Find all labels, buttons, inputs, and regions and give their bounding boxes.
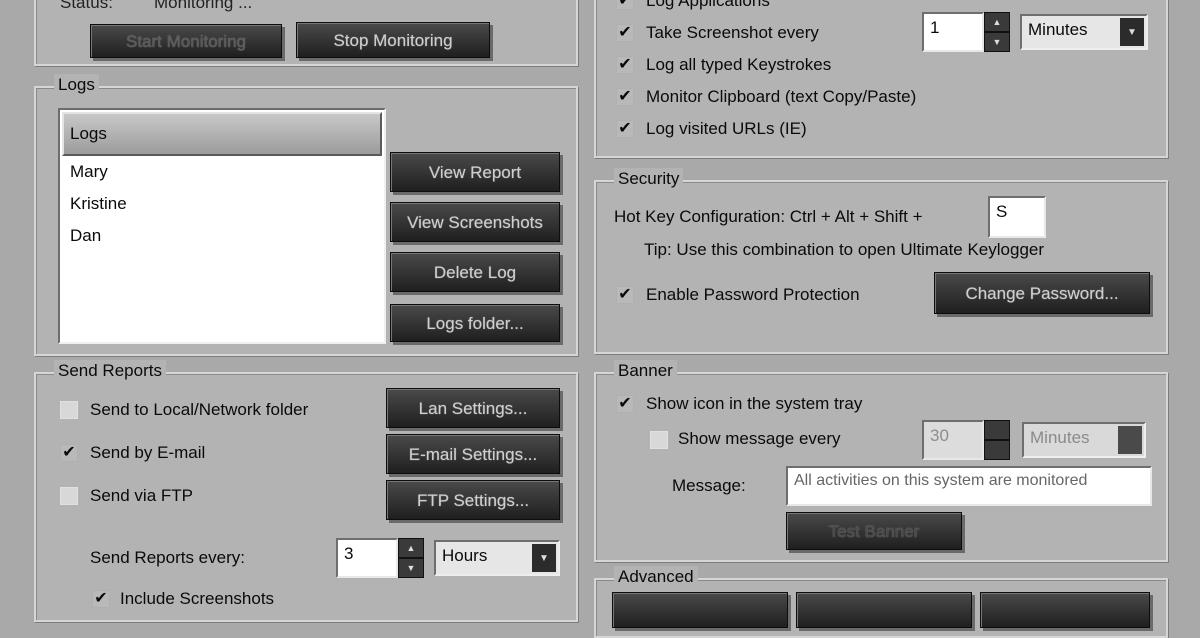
take-screenshot-label: Take Screenshot every xyxy=(646,23,819,42)
test-banner-button[interactable]: Test Banner xyxy=(786,512,962,550)
spin-down-icon[interactable]: ▼ xyxy=(984,32,1010,52)
hotkey-input[interactable]: S xyxy=(988,196,1046,238)
send-every-input[interactable]: 3 xyxy=(336,538,398,578)
message-input[interactable]: All activities on this system are monito… xyxy=(786,466,1152,506)
hotkey-label: Hot Key Configuration: Ctrl + Alt + Shif… xyxy=(614,207,923,226)
security-tip: Tip: Use this combination to open Ultima… xyxy=(644,240,1045,259)
spin-up-icon[interactable] xyxy=(984,420,1010,440)
logs-group-title: Logs xyxy=(54,74,99,96)
advanced-button-2[interactable] xyxy=(796,592,972,628)
include-screenshots-checkbox[interactable]: ✔ xyxy=(92,590,110,608)
email-label: Send by E-mail xyxy=(90,443,206,462)
log-keystrokes-label: Log all typed Keystrokes xyxy=(646,55,832,74)
spin-up-icon[interactable]: ▲ xyxy=(398,538,424,558)
ftp-settings-button[interactable]: FTP Settings... xyxy=(386,480,560,520)
email-settings-button[interactable]: E-mail Settings... xyxy=(386,434,560,474)
spin-up-icon[interactable]: ▲ xyxy=(984,12,1010,32)
show-message-label: Show message every xyxy=(678,429,841,448)
email-checkbox[interactable]: ✔ xyxy=(60,444,78,462)
local-folder-checkbox[interactable] xyxy=(60,401,78,419)
delete-log-button[interactable]: Delete Log xyxy=(390,252,560,292)
chevron-down-icon[interactable]: ▼ xyxy=(1120,18,1144,46)
logs-list[interactable]: Logs Mary Kristine Dan xyxy=(58,108,386,344)
spin-down-icon[interactable]: ▼ xyxy=(398,558,424,578)
status-value: Monitoring ... xyxy=(154,0,253,12)
log-applications-label: Log Applications xyxy=(646,0,770,10)
start-monitoring-button[interactable]: Start Monitoring xyxy=(90,24,282,58)
screenshot-interval-input[interactable]: 1 xyxy=(922,12,984,52)
message-label: Message: xyxy=(672,476,746,495)
log-applications-checkbox[interactable]: ✔ xyxy=(616,0,634,10)
stop-monitoring-button[interactable]: Stop Monitoring xyxy=(296,22,490,58)
status-label: Status: xyxy=(60,0,113,12)
list-item[interactable]: Mary xyxy=(70,162,108,182)
banner-title: Banner xyxy=(614,360,677,382)
monitor-clipboard-checkbox[interactable]: ✔ xyxy=(616,88,634,106)
password-protection-checkbox[interactable]: ✔ xyxy=(616,286,634,304)
show-icon-label: Show icon in the system tray xyxy=(646,394,863,413)
send-every-unit-select[interactable]: Hours ▼ xyxy=(434,540,560,576)
logs-folder-button[interactable]: Logs folder... xyxy=(390,304,560,342)
show-icon-checkbox[interactable]: ✔ xyxy=(616,395,634,413)
ftp-checkbox[interactable] xyxy=(60,487,78,505)
monitor-clipboard-label: Monitor Clipboard (text Copy/Paste) xyxy=(646,87,917,106)
message-unit-value: Minutes xyxy=(1030,428,1090,447)
local-folder-label: Send to Local/Network folder xyxy=(90,400,309,419)
show-message-checkbox[interactable] xyxy=(650,431,668,449)
chevron-down-icon[interactable]: ▼ xyxy=(532,544,556,572)
screenshot-unit-value: Minutes xyxy=(1028,20,1088,39)
send-reports-title: Send Reports xyxy=(54,360,166,382)
chevron-down-icon[interactable] xyxy=(1118,426,1142,454)
view-screenshots-button[interactable]: View Screenshots xyxy=(390,202,560,242)
advanced-button-3[interactable] xyxy=(980,592,1150,628)
message-interval-input[interactable]: 30 xyxy=(922,420,984,460)
list-item[interactable]: Dan xyxy=(70,226,101,246)
list-item[interactable]: Kristine xyxy=(70,194,127,214)
password-protection-label: Enable Password Protection xyxy=(646,285,860,304)
log-urls-label: Log visited URLs (IE) xyxy=(646,119,807,138)
change-password-button[interactable]: Change Password... xyxy=(934,272,1150,314)
log-urls-checkbox[interactable]: ✔ xyxy=(616,120,634,138)
log-keystrokes-checkbox[interactable]: ✔ xyxy=(616,56,634,74)
send-every-label: Send Reports every: xyxy=(90,548,245,567)
spin-down-icon[interactable] xyxy=(984,440,1010,460)
message-unit-select[interactable]: Minutes xyxy=(1022,422,1146,458)
screenshot-interval-spinner[interactable]: ▲ ▼ xyxy=(984,12,1010,52)
include-screenshots-label: Include Screenshots xyxy=(120,589,275,608)
take-screenshot-checkbox[interactable]: ✔ xyxy=(616,24,634,42)
screenshot-unit-select[interactable]: Minutes ▼ xyxy=(1020,14,1148,50)
security-title: Security xyxy=(614,168,684,190)
logs-column-header[interactable]: Logs xyxy=(62,112,382,156)
view-report-button[interactable]: View Report xyxy=(390,152,560,192)
send-every-unit-value: Hours xyxy=(442,546,488,565)
advanced-button-1[interactable] xyxy=(612,592,788,628)
message-interval-spinner[interactable] xyxy=(984,420,1010,460)
lan-settings-button[interactable]: Lan Settings... xyxy=(386,388,560,428)
ftp-label: Send via FTP xyxy=(90,486,193,505)
send-every-spinner[interactable]: ▲ ▼ xyxy=(398,538,424,578)
advanced-title: Advanced xyxy=(614,566,698,588)
